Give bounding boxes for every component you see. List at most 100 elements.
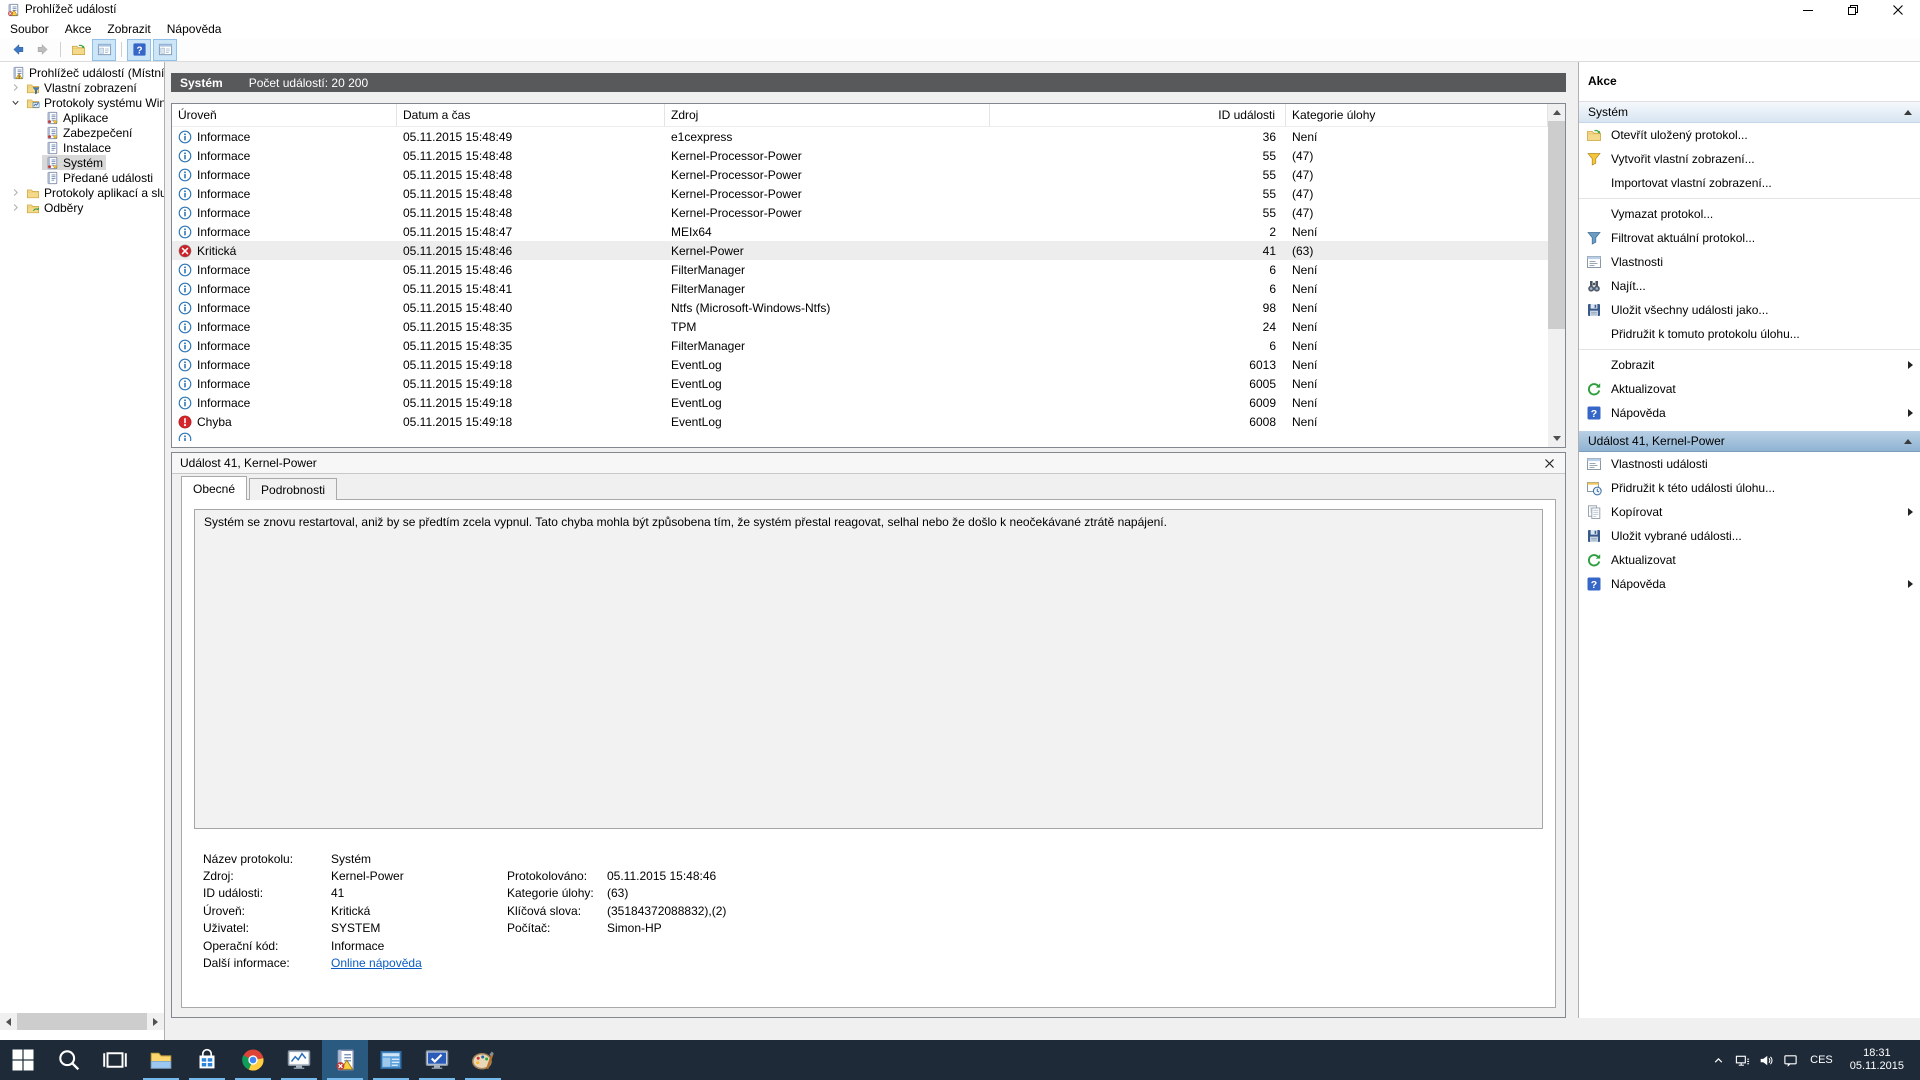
- sidebar-item-vlastni-zobrazeni[interactable]: Vlastní zobrazení: [0, 80, 164, 95]
- computer-management-taskbar-button[interactable]: [414, 1040, 460, 1080]
- sidebar-item-system[interactable]: Systém: [0, 155, 164, 170]
- event-row[interactable]: Informace05.11.2015 15:49:18EventLog6005…: [172, 374, 1548, 393]
- action-kopirovat[interactable]: Kopírovat: [1579, 500, 1920, 524]
- event-row[interactable]: Informace05.11.2015 15:48:48Kernel-Proce…: [172, 146, 1548, 165]
- sidebar-item-odbery[interactable]: Odběry: [0, 200, 164, 215]
- action-najit[interactable]: Najít...: [1579, 274, 1920, 298]
- sidebar-item-protokoly-systemu-windows[interactable]: Protokoly systému Windows: [0, 95, 164, 110]
- column-header-source[interactable]: Zdroj: [665, 104, 990, 126]
- forward-button[interactable]: [31, 39, 55, 61]
- action-pridruzit-k-tomuto-protokolu-ulohu[interactable]: Přidružit k tomuto protokolu úlohu...: [1579, 322, 1920, 346]
- event-row[interactable]: Informace05.11.2015 15:48:48Kernel-Proce…: [172, 165, 1548, 184]
- event-row[interactable]: Informace05.11.2015 15:48:35FilterManage…: [172, 336, 1548, 355]
- tab-general[interactable]: Obecné: [181, 476, 247, 500]
- event-row[interactable]: Informace05.11.2015 15:49:18EventLog6013…: [172, 355, 1548, 374]
- menu-akce[interactable]: Akce: [57, 20, 100, 38]
- search-taskbar-button[interactable]: [46, 1040, 92, 1080]
- event-row[interactable]: Informace05.11.2015 15:48:49e1cexpress36…: [172, 127, 1548, 146]
- network-tray-button[interactable]: [1730, 1046, 1754, 1074]
- action-napoveda[interactable]: ?Nápověda: [1579, 572, 1920, 596]
- action-ulozit-vybrane-udalosti[interactable]: Uložit vybrané události...: [1579, 524, 1920, 548]
- scrollbar-thumb[interactable]: [1548, 121, 1565, 329]
- restore-button[interactable]: [1830, 0, 1875, 19]
- event-description[interactable]: Systém se znovu restartoval, aniž by se …: [194, 509, 1543, 829]
- minimize-button[interactable]: [1785, 0, 1830, 19]
- scrollbar-thumb[interactable]: [17, 1013, 147, 1030]
- sidebar-item-zabezpeceni[interactable]: Zabezpečení: [0, 125, 164, 140]
- event-row[interactable]: Informace05.11.2015 15:48:48Kernel-Proce…: [172, 184, 1548, 203]
- paint-taskbar-button[interactable]: [460, 1040, 506, 1080]
- event-row[interactable]: Informace05.11.2015 15:48:35TPM24Není: [172, 317, 1548, 336]
- action-pridruzit-k-teto-udalosti-ulohu[interactable]: Přidružit k této události úlohu...: [1579, 476, 1920, 500]
- help-button[interactable]: ?: [127, 39, 151, 61]
- chevron-right-icon[interactable]: [8, 185, 23, 200]
- sidebar-item-prohlizec-udalosti-mistni[interactable]: Prohlížeč událostí (Místní): [0, 65, 164, 80]
- event-row[interactable]: Kritická05.11.2015 15:48:46Kernel-Power4…: [172, 241, 1548, 260]
- scroll-down-button[interactable]: [1548, 430, 1565, 447]
- action-importovat-vlastni-zobrazeni[interactable]: Importovat vlastní zobrazení...: [1579, 171, 1920, 195]
- console-window-button[interactable]: [92, 39, 116, 61]
- online-help-link[interactable]: Online nápověda: [331, 956, 507, 970]
- column-header-datetime[interactable]: Datum a čas: [397, 104, 665, 126]
- event-row[interactable]: Informace05.11.2015 15:48:41FilterManage…: [172, 279, 1548, 298]
- event-list-vertical-scrollbar[interactable]: [1548, 104, 1565, 447]
- action-aktualizovat[interactable]: Aktualizovat: [1579, 377, 1920, 401]
- sidebar-item-instalace[interactable]: Instalace: [0, 140, 164, 155]
- file-explorer-taskbar-button[interactable]: [138, 1040, 184, 1080]
- event-row[interactable]: Informace05.11.2015 15:48:47MEIx642Není: [172, 222, 1548, 241]
- system-config-taskbar-button[interactable]: [368, 1040, 414, 1080]
- volume-tray-button[interactable]: [1754, 1046, 1778, 1074]
- action-filtrovat-aktualni-protokol[interactable]: Filtrovat aktuální protokol...: [1579, 226, 1920, 250]
- task-view-taskbar-button[interactable]: [92, 1040, 138, 1080]
- scroll-up-button[interactable]: [1548, 104, 1565, 121]
- close-button[interactable]: [1875, 0, 1920, 19]
- chevron-up-tray-button[interactable]: [1706, 1046, 1730, 1074]
- chevron-right-icon[interactable]: [8, 80, 23, 95]
- action-napoveda[interactable]: ?Nápověda: [1579, 401, 1920, 425]
- language-indicator[interactable]: CES: [1802, 1054, 1841, 1066]
- close-detail-icon[interactable]: [1541, 455, 1557, 471]
- action-aktualizovat[interactable]: Aktualizovat: [1579, 548, 1920, 572]
- performance-monitor-taskbar-button[interactable]: [276, 1040, 322, 1080]
- scroll-right-button[interactable]: [147, 1013, 164, 1030]
- event-row[interactable]: Informace05.11.2015 15:48:48Kernel-Proce…: [172, 203, 1548, 222]
- tab-details[interactable]: Podrobnosti: [249, 478, 337, 500]
- console-window-button[interactable]: [153, 39, 177, 61]
- menu-napoveda[interactable]: Nápověda: [159, 20, 230, 38]
- action-section-system[interactable]: Systém: [1579, 102, 1920, 123]
- column-header-task-category[interactable]: Kategorie úlohy: [1286, 104, 1548, 126]
- back-button[interactable]: [5, 39, 29, 61]
- action-section-udalost-41-kernel-power[interactable]: Událost 41, Kernel-Power: [1579, 431, 1920, 452]
- menu-soubor[interactable]: Soubor: [2, 20, 57, 38]
- start-button[interactable]: [0, 1040, 46, 1080]
- event-row[interactable]: Chyba05.11.2015 15:49:18EventLog6008Není: [172, 412, 1548, 431]
- taskbar-clock[interactable]: 18:31 05.11.2015: [1841, 1047, 1913, 1073]
- event-viewer-taskbar-button[interactable]: [322, 1040, 368, 1080]
- menu-zobrazit[interactable]: Zobrazit: [99, 20, 158, 38]
- event-row[interactable]: Informace05.11.2015 15:48:46FilterManage…: [172, 260, 1548, 279]
- sidebar-item-aplikace[interactable]: Aplikace: [0, 110, 164, 125]
- event-row[interactable]: Informace05.11.2015 15:48:40Ntfs (Micros…: [172, 298, 1548, 317]
- chrome-taskbar-button[interactable]: [230, 1040, 276, 1080]
- action-ulozit-vsechny-udalosti-jako[interactable]: Uložit všechny události jako...: [1579, 298, 1920, 322]
- column-header-event-id[interactable]: ID události: [990, 104, 1286, 126]
- event-row[interactable]: Informace05.11.2015 15:49:18EventLog6009…: [172, 393, 1548, 412]
- chevron-down-icon[interactable]: [8, 95, 23, 110]
- scroll-left-button[interactable]: [0, 1013, 17, 1030]
- collapse-icon[interactable]: [1904, 110, 1912, 115]
- action-vlastnosti-udalosti[interactable]: Vlastnosti události: [1579, 452, 1920, 476]
- store-taskbar-button[interactable]: [184, 1040, 230, 1080]
- action-otevrit-ulozeny-protokol[interactable]: Otevřít uložený protokol...: [1579, 123, 1920, 147]
- column-header-level[interactable]: Úroveň: [172, 104, 397, 126]
- chevron-right-icon[interactable]: [8, 200, 23, 215]
- collapse-icon[interactable]: [1904, 439, 1912, 444]
- action-center-tray-button[interactable]: [1778, 1046, 1802, 1074]
- sidebar-item-protokoly-aplikaci-a-sluzeb[interactable]: Protokoly aplikací a služeb: [0, 185, 164, 200]
- action-vytvorit-vlastni-zobrazeni[interactable]: Vytvořit vlastní zobrazení...: [1579, 147, 1920, 171]
- action-vymazat-protokol[interactable]: Vymazat protokol...: [1579, 202, 1920, 226]
- action-vlastnosti[interactable]: Vlastnosti: [1579, 250, 1920, 274]
- sidebar-horizontal-scrollbar[interactable]: [0, 1013, 164, 1030]
- open-folder-button[interactable]: [66, 39, 90, 61]
- sidebar-item-predane-udalosti[interactable]: Předané události: [0, 170, 164, 185]
- action-zobrazit[interactable]: Zobrazit: [1579, 353, 1920, 377]
